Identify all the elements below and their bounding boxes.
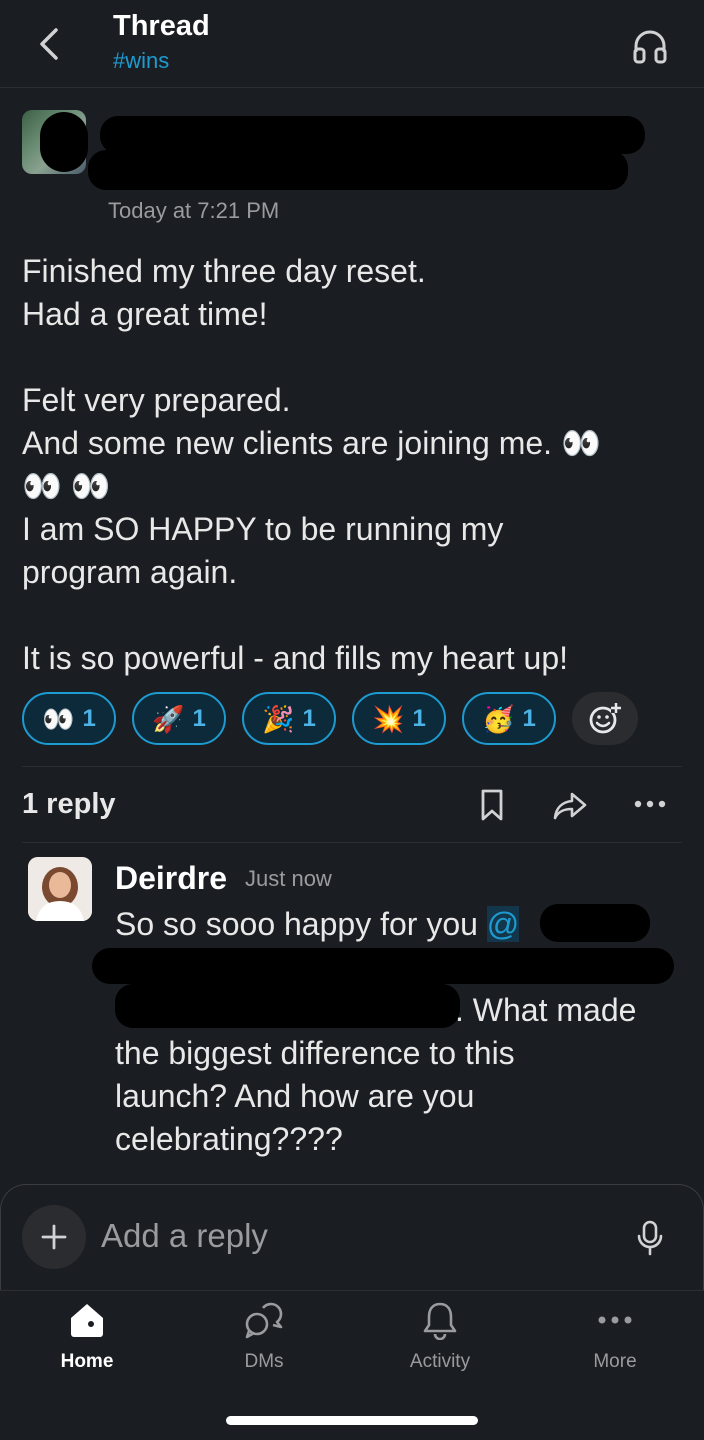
message-line: Felt very prepared. [22,382,291,418]
redacted-name [40,112,88,172]
headphones-icon[interactable] [630,26,670,66]
home-indicator[interactable] [226,1416,478,1425]
redacted-mention [92,948,674,984]
message-line: It is so powerful - and fills my heart u… [22,640,568,676]
reply-timestamp: Just now [245,866,332,891]
back-chevron-icon[interactable] [32,24,68,64]
message-line: Finished my three day reset. [22,253,426,289]
more-icon [598,1316,632,1324]
more-horizontal-icon[interactable] [632,796,668,812]
reaction-eyes[interactable]: 👀 1 [22,692,116,745]
reply-author-name[interactable]: Deirdre [115,860,227,897]
add-emoji-icon [589,702,621,733]
redacted-name [100,116,645,154]
share-icon[interactable] [552,790,588,822]
message-line: And some new clients are joining me. 👀 [22,425,601,461]
redacted-mention [115,984,460,1028]
add-reaction-button[interactable] [572,692,638,745]
reaction-count: 1 [412,704,426,732]
divider [22,842,682,843]
home-icon [71,1304,103,1337]
reaction-rocket[interactable]: 🚀 1 [132,692,226,745]
reply-author-avatar[interactable] [28,857,92,921]
reaction-party-face[interactable]: 🥳 1 [462,692,556,745]
redacted-name [88,150,628,190]
bell-icon [423,1302,457,1341]
thread-screen: Thread #wins Today at 7:21 PM Finished m… [0,0,704,1440]
reply-line: the biggest difference to this [115,1035,515,1071]
person-photo-icon [28,857,92,921]
reaction-count: 1 [192,704,206,732]
reply-text: So so sooo happy for you [115,906,487,942]
message-line: program again. [22,554,238,590]
attach-button[interactable] [22,1205,86,1269]
tab-label: Activity [409,1351,471,1372]
divider [22,766,682,767]
collision-emoji-icon: 💥 [372,703,405,734]
reply-text: . What made [455,992,637,1028]
plus-icon [41,1224,67,1250]
reply-line: celebrating???? [115,1121,343,1157]
tab-home[interactable]: Home [27,1300,147,1373]
message-line: I am SO HAPPY to be running my [22,511,504,547]
bookmark-icon[interactable] [478,788,506,822]
user-mention[interactable]: @ [486,906,520,942]
reaction-bar: 👀 1 🚀 1 🎉 1 💥 1 🥳 1 [22,692,638,745]
reply-line: launch? And how are you [115,1078,475,1114]
tab-label: DMs [244,1351,284,1372]
message-timestamp: Today at 7:21 PM [108,198,280,223]
reply-input[interactable]: Add a reply [101,1217,268,1255]
party-face-emoji-icon: 🥳 [482,703,515,734]
channel-link[interactable]: #wins [113,48,169,74]
reaction-count: 1 [522,704,536,732]
reply-count: 1 reply [22,788,116,820]
tab-more[interactable]: More [555,1300,675,1373]
microphone-icon[interactable] [636,1220,664,1256]
reaction-tada[interactable]: 🎉 1 [242,692,336,745]
tab-dms[interactable]: DMs [204,1300,324,1373]
redacted-mention [540,904,650,942]
rocket-emoji-icon: 🚀 [152,703,185,734]
reaction-boom[interactable]: 💥 1 [352,692,446,745]
page-title: Thread [113,10,210,42]
message-body: Finished my three day reset. Had a great… [22,250,672,680]
thread-header: Thread #wins [0,0,704,88]
reaction-count: 1 [302,704,316,732]
tab-activity[interactable]: Activity [380,1300,500,1373]
tab-label: More [593,1351,637,1372]
reaction-count: 1 [82,704,96,732]
party-popper-emoji-icon: 🎉 [262,703,295,734]
eyes-emoji-icon: 👀 [42,703,75,734]
message-line: 👀 👀 [22,468,111,504]
tab-label: Home [60,1351,114,1372]
dms-icon [245,1302,283,1339]
message-line: Had a great time! [22,296,268,332]
